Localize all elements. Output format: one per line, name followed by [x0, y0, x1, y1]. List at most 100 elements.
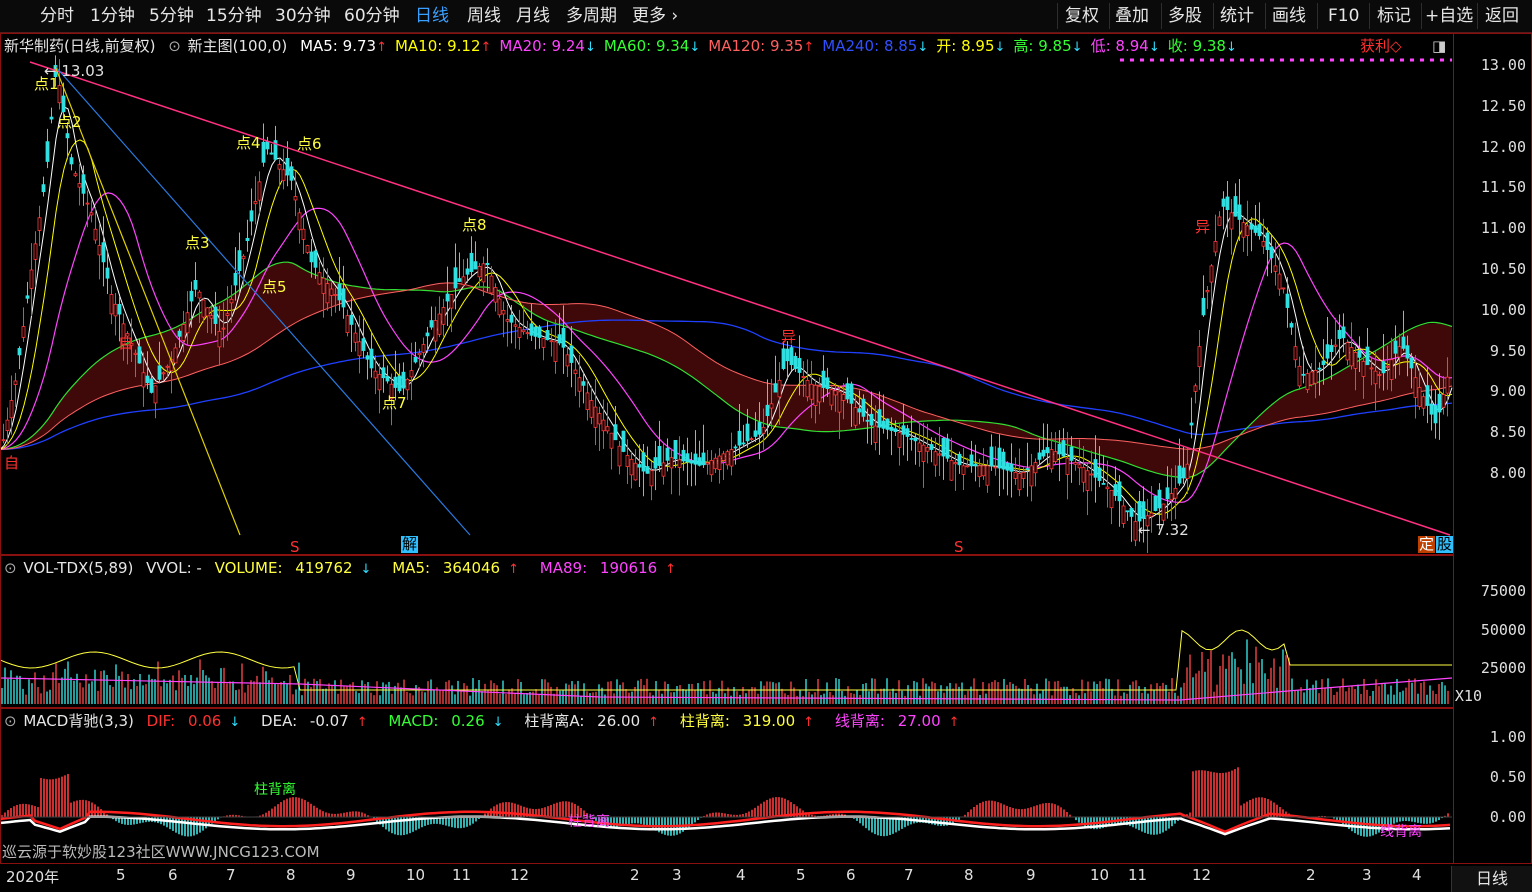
point-label: 点8 [462, 216, 487, 234]
candle-body [521, 329, 526, 333]
candle-body [37, 217, 42, 231]
date-axis-label: 3 [1362, 866, 1372, 884]
candle-body [1409, 357, 1414, 369]
zhu-label: 柱背离: [679, 712, 730, 730]
watermark: 巡云源于软妙股123社区WWW.JNCG123.COM [2, 843, 320, 861]
candle-body [577, 377, 582, 392]
candle-body [205, 307, 210, 317]
date-axis-label: 5 [796, 866, 806, 884]
ma-value: 9.73 [342, 37, 377, 55]
candle-body [857, 408, 862, 413]
candle-body [1405, 345, 1410, 359]
ma-value: 9.35 [769, 37, 804, 55]
zhu-a-value: 26.00 [597, 712, 641, 730]
candle-body [817, 386, 822, 403]
price-axis-label: 12.00 [1480, 137, 1526, 156]
candle-body [1153, 495, 1158, 511]
candle-body [61, 95, 66, 113]
candle-body [1001, 451, 1006, 470]
candle-body [1065, 457, 1070, 475]
dea-label: DEA: [261, 712, 298, 730]
candle-body [457, 278, 462, 282]
candle-body [621, 430, 626, 452]
candle-body [269, 152, 274, 155]
ma-arrow: ↓ [994, 40, 1006, 55]
vol-ma89-number: 190616 [599, 559, 658, 577]
candle-body [1193, 385, 1198, 392]
ma-arrow: ↓ [1148, 40, 1160, 55]
ma-arrow: ↑ [480, 40, 492, 55]
ma-item: MA20: 9.24↓ [499, 37, 595, 55]
candle-body [1277, 273, 1282, 290]
low-marker: ← 7.32 [1138, 521, 1189, 539]
candle-body [1121, 505, 1126, 524]
candle-body [361, 338, 366, 351]
candle-body [421, 344, 426, 353]
candle-body [25, 295, 30, 299]
candle-body [945, 438, 950, 459]
candle-body [709, 459, 714, 476]
settings-circle-icon[interactable]: ⊙ [4, 712, 17, 730]
candle-body [481, 263, 486, 283]
candle-body [429, 320, 434, 328]
vol-ma5-value: MA5: 364046 ↑ [392, 559, 519, 577]
volume-title[interactable]: VOL-TDX(5,89) [23, 559, 133, 577]
candle-body [137, 346, 142, 364]
candle-body [901, 425, 906, 435]
candle-body [1437, 393, 1442, 413]
candle-body [757, 422, 762, 435]
candle-body [357, 341, 362, 357]
macd-value: 0.26 [451, 712, 485, 730]
volume-number: 419762 [295, 559, 353, 577]
xian-value: 27.00 [897, 712, 941, 730]
date-axis-label: 10 [1090, 866, 1110, 884]
candle-body [1225, 196, 1230, 211]
candle-body [961, 465, 966, 475]
expand-panel-icon[interactable]: ◨ [1432, 36, 1446, 56]
candle-body [293, 196, 298, 201]
candle-body [921, 444, 926, 462]
macd-title[interactable]: MACD背驰(3,3) [23, 712, 134, 730]
candle-body [233, 272, 238, 286]
price-axis-label: 10.50 [1480, 260, 1526, 278]
date-axis-label: 2020年 [6, 868, 60, 886]
candle-body [1341, 326, 1346, 339]
candle-body [789, 347, 794, 366]
date-axis-label: 4 [1412, 866, 1422, 884]
candle-body [141, 372, 146, 388]
profit-label[interactable]: 获利◇ [1360, 36, 1402, 56]
candle-body [825, 377, 830, 389]
candle-body [281, 169, 286, 182]
candle-body [69, 157, 74, 165]
candle-body [1353, 352, 1358, 369]
ma-item: MA120: 9.35↑ [708, 37, 814, 55]
settings-circle-icon[interactable]: ⊙ [168, 37, 181, 55]
candle-body [809, 383, 814, 400]
candle-body [1385, 365, 1390, 368]
candle-body [889, 426, 894, 431]
candle-body [885, 418, 890, 430]
candle-body [1097, 467, 1102, 481]
candle-body [1257, 224, 1262, 237]
period-button[interactable]: 日线 [1451, 866, 1532, 892]
candle-body [13, 380, 18, 386]
candle-body [237, 250, 242, 272]
candle-body [681, 449, 686, 462]
candle-body [929, 444, 934, 450]
candle-body [113, 303, 118, 317]
candle-body [637, 464, 642, 468]
settings-circle-icon[interactable]: ⊙ [4, 559, 17, 577]
candle-body [1049, 449, 1054, 470]
signal-label: S [290, 538, 300, 556]
candle-body [869, 413, 874, 426]
candle-body [1117, 481, 1122, 502]
price-axis-label: 11.00 [1480, 219, 1526, 238]
candle-body [697, 457, 702, 466]
candle-body [321, 277, 326, 294]
main-indicator-name[interactable]: 新主图(100,0) [188, 37, 288, 55]
candle-body [1081, 467, 1086, 483]
candle-body [957, 453, 962, 466]
date-axis-label: 11 [1128, 866, 1148, 884]
signal-label: 股 [1436, 535, 1454, 553]
candle-body [917, 442, 922, 452]
